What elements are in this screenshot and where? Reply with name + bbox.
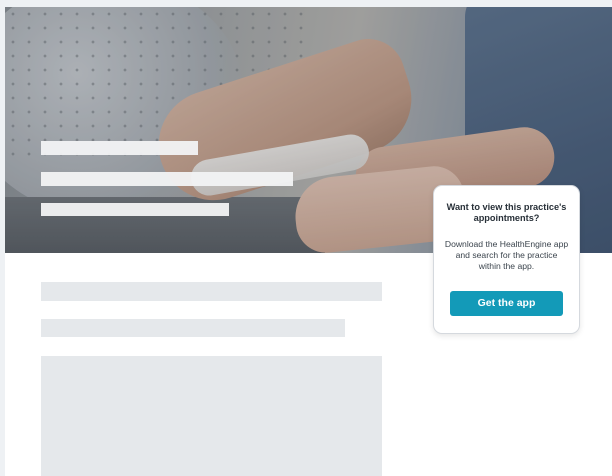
get-app-promo-card: Want to view this practice's appointment… [433, 185, 580, 334]
loading-address-placeholder [41, 203, 229, 216]
loading-content-block-placeholder [41, 356, 382, 476]
loading-title-placeholder [41, 141, 198, 155]
promo-card-description: Download the HealthEngine app and search… [444, 239, 569, 271]
promo-card-title: Want to view this practice's appointment… [446, 202, 567, 223]
loading-subtitle-placeholder [41, 172, 293, 186]
loading-text-placeholder [41, 319, 345, 337]
get-the-app-button[interactable]: Get the app [450, 291, 563, 316]
loading-heading-placeholder [41, 282, 382, 301]
